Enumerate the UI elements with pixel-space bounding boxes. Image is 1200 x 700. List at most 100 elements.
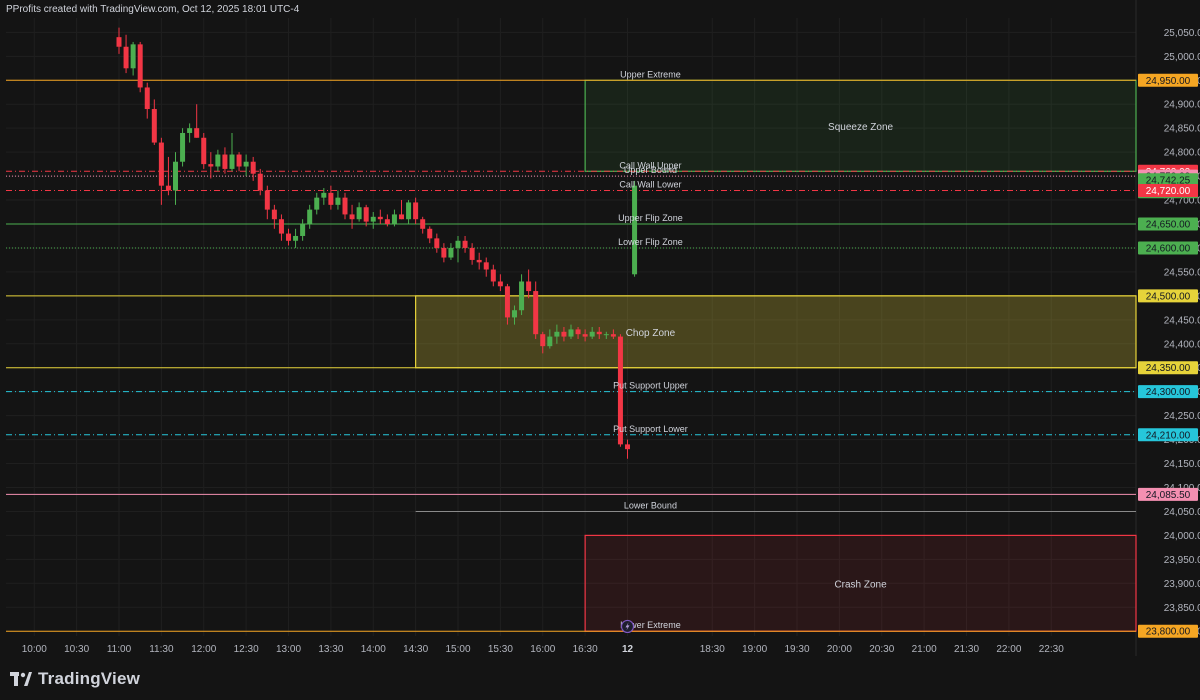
level-label: Lower Flip Zone <box>618 237 683 247</box>
candle-body <box>123 46 129 69</box>
candle-body <box>307 209 313 224</box>
candle-body <box>370 216 376 222</box>
candle-body <box>526 281 532 292</box>
price-tick-label: 24,800.00 <box>1164 148 1200 159</box>
price-tick-label: 24,550.00 <box>1164 267 1200 278</box>
candle-body <box>575 329 581 335</box>
level-label: Put Support Upper <box>613 381 688 391</box>
zones-layer <box>415 79 1137 632</box>
candle-body <box>173 161 178 191</box>
time-tick-label: 12 <box>622 644 634 655</box>
candle-body <box>596 331 602 335</box>
time-tick-label: 15:00 <box>445 644 470 655</box>
candle-body <box>533 291 539 335</box>
level-label: Lower Bound <box>624 500 677 510</box>
candle-body <box>264 190 270 210</box>
candle-body <box>215 154 221 167</box>
candle-body <box>293 235 299 241</box>
candle-body <box>137 44 143 88</box>
candle-body <box>222 154 228 169</box>
candle-body <box>413 202 419 220</box>
candle-body <box>208 164 214 167</box>
candle-body <box>165 185 171 191</box>
level-label: Upper Bound <box>624 165 677 175</box>
price-tick-label: 23,900.00 <box>1164 579 1200 590</box>
candle-body <box>286 233 291 241</box>
price-tick-label: 24,400.00 <box>1164 339 1200 350</box>
time-tick-label: 19:00 <box>742 644 767 655</box>
price-tick-label: 24,250.00 <box>1164 411 1200 422</box>
candle-body <box>582 334 588 337</box>
time-tick-label: 18:30 <box>700 644 725 655</box>
time-tick-label: 14:30 <box>403 644 428 655</box>
candle-body <box>363 207 369 222</box>
candle-body <box>321 192 327 198</box>
candle-body <box>610 334 616 337</box>
candle-body <box>229 154 235 169</box>
price-tick-label: 25,050.00 <box>1164 28 1200 39</box>
candle-body <box>335 197 341 205</box>
time-tick-label: 16:00 <box>530 644 555 655</box>
candle-body <box>448 247 454 258</box>
candle-body <box>201 137 207 165</box>
price-tag-label: 24,350.00 <box>1146 363 1191 374</box>
candle-body <box>250 161 256 174</box>
candle-body <box>158 142 164 186</box>
candle-body <box>314 197 320 210</box>
time-tick-label: 13:00 <box>276 644 301 655</box>
candle-body <box>356 207 362 220</box>
candle-body <box>455 240 461 248</box>
candle-body <box>540 334 546 347</box>
candles-layer <box>116 27 638 459</box>
time-tick-label: 11:00 <box>107 644 132 655</box>
price-tick-label: 24,000.00 <box>1164 531 1200 542</box>
time-tick-label: 12:00 <box>191 644 216 655</box>
time-tick-label: 16:30 <box>573 644 598 655</box>
price-tick-label: 25,000.00 <box>1164 52 1200 63</box>
candle-body <box>116 37 122 47</box>
tradingview-logo-icon <box>10 672 32 686</box>
price-tag-label: 24,650.00 <box>1146 220 1191 231</box>
candle-body <box>554 331 560 337</box>
candle-body <box>187 128 193 133</box>
time-tick-label: 20:30 <box>869 644 894 655</box>
candle-body <box>194 128 200 138</box>
candle-body <box>377 216 383 220</box>
tradingview-brand: TradingView <box>38 669 141 688</box>
candle-body <box>278 219 284 234</box>
price-tick-label: 24,050.00 <box>1164 507 1200 518</box>
candle-body <box>384 219 390 224</box>
candle-body <box>483 262 489 270</box>
candle-body <box>434 238 440 248</box>
candle-body <box>399 214 404 220</box>
price-tick-label: 24,150.00 <box>1164 459 1200 470</box>
candle-body <box>497 281 503 287</box>
tradingview-logo[interactable]: TradingView <box>10 669 140 689</box>
time-axis[interactable]: 10:00 10:30 11:00 11:30 12:00 12:30 13:00 13:30… <box>22 644 1064 655</box>
price-tick-label: 23,950.00 <box>1164 555 1200 566</box>
price-tag-label: 24,210.00 <box>1146 430 1191 441</box>
price-axis[interactable]: 23,800.00 23,850.00 23,900.00 23,950.00 24,0… <box>1138 28 1200 638</box>
time-tick-label: 12:30 <box>234 644 259 655</box>
time-tick-label: 19:30 <box>784 644 809 655</box>
candle-body <box>243 161 249 167</box>
candle-body <box>512 310 517 318</box>
price-tag-label: 24,085.50 <box>1146 490 1191 501</box>
candle-body <box>342 197 348 215</box>
time-tick-label: 13:30 <box>318 644 343 655</box>
zone-label: Crash Zone <box>834 579 887 590</box>
candle-body <box>349 214 355 220</box>
candle-body <box>151 109 157 143</box>
level-label: Call Wall Lower <box>619 179 681 189</box>
candle-body <box>568 329 574 337</box>
zone-label: Chop Zone <box>626 328 676 339</box>
candle-body <box>476 259 482 263</box>
price-chart[interactable]: Squeeze Zone Chop Zone Crash Zone Upper Ext… <box>0 0 1200 700</box>
candle-body <box>462 240 468 248</box>
price-tick-label: 23,850.00 <box>1164 603 1200 614</box>
candle-body <box>328 192 334 205</box>
candle-body <box>427 228 433 239</box>
time-tick-label: 22:00 <box>996 644 1021 655</box>
candle-body <box>180 132 186 162</box>
price-tick-label: 24,850.00 <box>1164 124 1200 135</box>
